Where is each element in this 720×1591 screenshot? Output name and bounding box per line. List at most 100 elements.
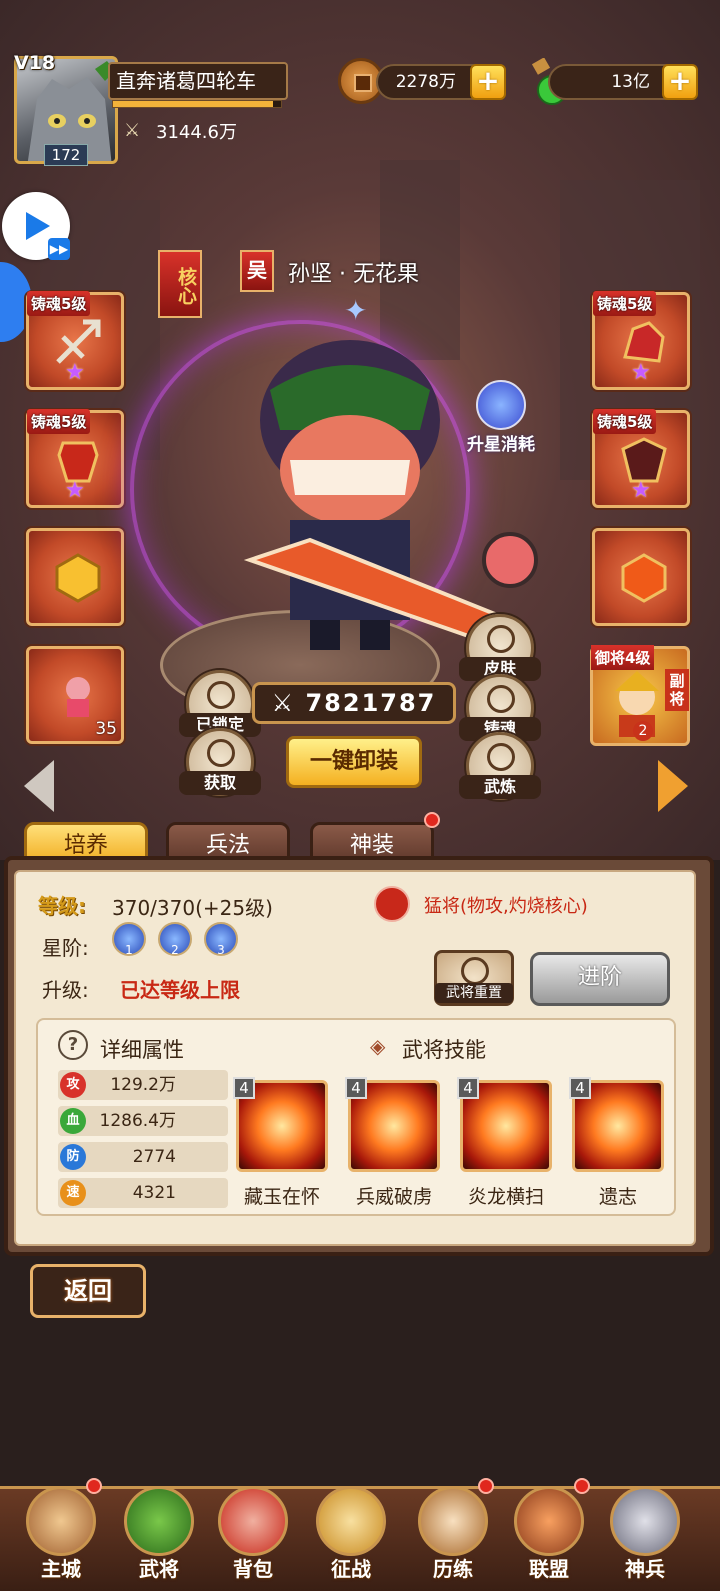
notification-dot [574,1478,590,1494]
skill-4[interactable]: 4 [569,1077,664,1172]
notification-dot [86,1478,102,1494]
cleaver-icon [610,1486,680,1556]
reset-icon [461,957,489,985]
forge-level-tag: 铸魂5级 [27,409,91,434]
lock-icon [207,681,235,709]
star-icon: ★ [631,360,651,385]
detail-attributes-title: 详细属性 [100,1038,184,1062]
star-rank-badge: 1 [112,922,146,957]
equip-slot-left-2[interactable]: 铸魂5级 ★ [26,409,124,508]
alliance-icon [514,1486,584,1556]
equip-slot-right-1[interactable]: 铸魂5级 ★ [592,291,690,390]
skill-name: 遗志 [598,1186,637,1208]
nav-label: 联盟 [529,1557,569,1581]
skin-button[interactable]: 皮肤 [459,614,541,682]
nav-backpack[interactable]: 背包 [212,1478,294,1586]
diamond-icon: ◈ [370,1034,386,1058]
nav-divine-weapon[interactable]: 神兵 [604,1478,686,1586]
crossed-swords-icon [316,1486,386,1556]
player-power: 3144.6万 [156,122,237,143]
unequip-all-button[interactable]: 一键卸装 [286,736,422,788]
nav-label: 武将 [139,1557,179,1581]
fist-icon [487,743,515,771]
skill-name: 炎龙横扫 [467,1186,544,1208]
skill-level: 4 [345,1077,367,1099]
equip-slot-left-1[interactable]: 铸魂5级 ★ [26,291,124,390]
prev-hero-arrow-icon[interactable] [24,760,54,812]
advance-button[interactable]: 进阶 [530,952,670,1006]
nav-alliance[interactable]: 联盟 [508,1478,590,1586]
fast-forward-icon: ▶▶ [48,238,70,260]
shirt-icon [487,625,515,653]
star-icon: ★ [631,478,651,503]
skill-3[interactable]: 4 [457,1077,552,1172]
stat-value: 4321 [132,1183,176,1203]
back-button[interactable]: 返回 [30,1264,146,1318]
city-gate-icon [26,1486,96,1556]
equip-slot-left-3[interactable] [26,528,124,626]
skill-2[interactable]: 4 [345,1077,440,1172]
core-tag: 核心 [158,250,202,318]
nav-label: 神兵 [625,1557,665,1581]
level-value: 370/370(+25级) [112,896,273,920]
nav-label: 历练 [433,1557,473,1581]
attack-icon: 攻 [60,1072,86,1098]
player-name: 直奔诸葛四轮车 [108,62,288,100]
stat-value: 1286.4万 [99,1111,176,1131]
add-coins-button[interactable]: + [470,64,506,100]
hero-character [243,340,538,650]
hero-name: 孙坚 · 无花果 [288,262,419,287]
question-icon[interactable]: ? [58,1030,88,1060]
exp-bar-fill [113,101,273,107]
forge-level-tag: 铸魂5级 [593,409,657,434]
sub-general-level-tag: 御将4级 [591,645,655,670]
acquire-button[interactable]: 获取 [179,728,261,796]
equip-slot-right-2[interactable]: 铸魂5级 ★ [592,409,690,508]
star-up-cost-button[interactable]: 升星消耗 [458,380,544,460]
stat-defense: 防 2774 [58,1142,228,1172]
general-skills-title: 武将技能 [402,1038,486,1062]
star-rank-badge: 3 [204,922,238,957]
sword-icon: ⚔ [271,689,306,717]
notification-dot [424,812,440,828]
nav-label: 主城 [41,1557,81,1581]
skill-1[interactable]: 4 [233,1077,328,1172]
exp-bar [112,100,282,108]
equip-slot-left-4[interactable]: 35 [26,646,124,744]
stat-hp: 血 1286.4万 [58,1106,228,1136]
nav-label: 征战 [331,1557,371,1581]
reset-general-button[interactable]: 武将重置 [434,950,514,1006]
sub-general-slot[interactable]: 御将4级 副将 2 [590,645,690,746]
add-gems-button[interactable]: + [662,64,698,100]
martial-training-button[interactable]: 武炼 [459,732,541,800]
upgrade-label: 升级: [42,978,89,1002]
sub-general-label: 副将 [665,669,689,711]
character-icon [66,677,90,717]
star-rank-label: 星阶: [42,936,89,960]
star-up-label: 升星消耗 [467,435,535,455]
stat-value: 129.2万 [110,1075,176,1095]
hero-power: ⚔ 7821787 [252,682,456,724]
skill-name: 藏玉在怀 [243,1186,320,1208]
nav-generals[interactable]: 武将 [118,1478,200,1586]
sword-icon: ⚔ [124,120,141,141]
next-hero-arrow-icon[interactable] [658,760,688,812]
nav-campaign[interactable]: 征战 [310,1478,392,1586]
notification-dot [478,1478,494,1494]
skill-level: 4 [569,1077,591,1099]
nav-main-city[interactable]: 主城 [20,1478,102,1586]
equip-slot-right-3[interactable] [592,528,690,626]
skill-level: 4 [233,1077,255,1099]
role-text: 猛将(物攻,灼烧核心) [424,896,588,917]
vip-level: V18 [14,52,56,74]
speed-icon: 速 [60,1180,86,1206]
role-icon [374,886,410,922]
gold-seal-icon [55,553,101,603]
forge-level-tag: 铸魂5级 [593,291,657,316]
acquire-label: 获取 [179,771,261,795]
skill-name: 兵威破虏 [355,1186,432,1208]
sword-icon [487,685,515,713]
wings-icon [476,380,526,430]
player-level: 172 [44,144,88,166]
nav-trials[interactable]: 历练 [412,1478,494,1586]
